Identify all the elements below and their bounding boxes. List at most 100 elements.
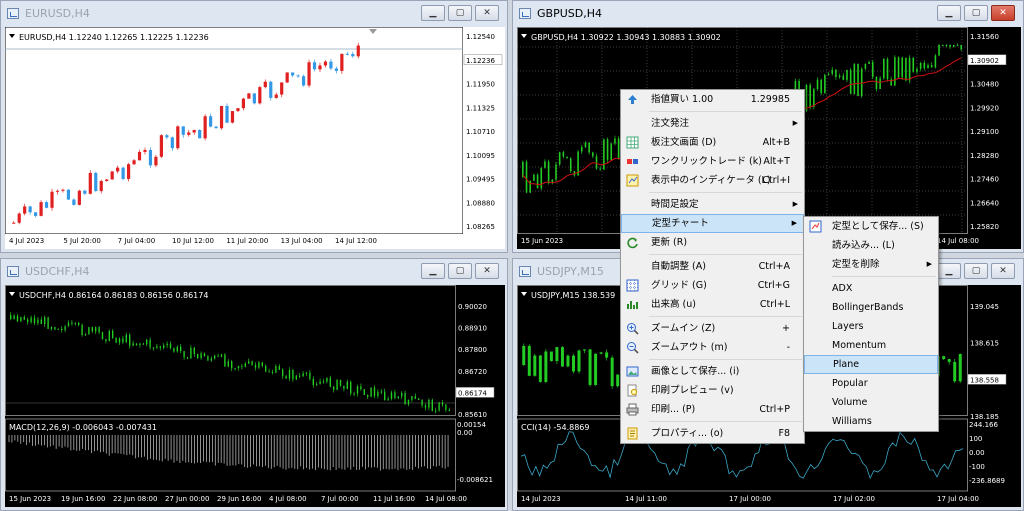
eurusd-chart[interactable]: EURUSD,H4 1.12240 1.12265 1.12225 1.1223… bbox=[5, 27, 505, 249]
maximize-icon: ▢ bbox=[971, 266, 981, 276]
menu-separator bbox=[649, 192, 802, 193]
menu-item-12[interactable]: 自動調整 (A) Ctrl+A bbox=[621, 257, 804, 276]
candle-body bbox=[610, 357, 614, 387]
price-tick-label: 1.12540 bbox=[466, 33, 495, 41]
maximize-button[interactable]: ▢ bbox=[964, 263, 988, 279]
menu-item-4[interactable]: 板注文画面 (D) Alt+B bbox=[621, 133, 804, 152]
menu-item-6[interactable]: BollingerBands bbox=[804, 298, 938, 317]
eurusd-chart-svg[interactable]: EURUSD,H4 1.12240 1.12265 1.12225 1.1223… bbox=[5, 27, 505, 249]
usdchf-title-bar[interactable]: USDCHF,H4 ▁ ▢ ✕ bbox=[1, 259, 507, 285]
candle-body bbox=[34, 212, 38, 216]
menu-item-label: 画像として保存... (i) bbox=[651, 366, 740, 377]
candle-body bbox=[88, 327, 90, 335]
gbpusd-title-bar[interactable]: GBPUSD,H4 ▁ ▢ ✕ bbox=[513, 1, 1023, 27]
minimize-button[interactable]: ▁ bbox=[937, 5, 961, 21]
menu-item-3[interactable]: 注文発注 ▶ bbox=[621, 114, 804, 133]
close-icon: ✕ bbox=[483, 8, 491, 18]
menu-item-2[interactable]: 読み込み... (L) bbox=[804, 236, 938, 255]
candle-body bbox=[214, 126, 218, 129]
candle-body bbox=[905, 57, 907, 81]
candle-body bbox=[614, 138, 616, 144]
menu-item-1[interactable]: 指値買い 1.00 1.29985 bbox=[621, 90, 804, 109]
candle-body bbox=[20, 316, 22, 322]
menu-item-8[interactable]: 時間足設定 ▶ bbox=[621, 195, 804, 214]
template-submenu[interactable]: 定型として保存... (S) 読み込み... (L) 定型を削除 ▶ ADX Bollin… bbox=[803, 216, 939, 432]
candle-body bbox=[846, 69, 848, 80]
candle-body bbox=[411, 396, 413, 400]
current-price-label: 0.86174 bbox=[458, 389, 487, 397]
candle-body bbox=[533, 174, 535, 181]
menu-item-3[interactable]: 定型を削除 ▶ bbox=[804, 255, 938, 274]
candle-body bbox=[170, 137, 174, 149]
menu-item-1[interactable]: 定型として保存... (S) bbox=[804, 217, 938, 236]
candle-body bbox=[173, 348, 175, 352]
candle-body bbox=[295, 375, 297, 380]
candle-body bbox=[805, 84, 808, 112]
close-button[interactable]: ✕ bbox=[991, 263, 1015, 279]
candle-body bbox=[190, 347, 192, 359]
time-tick-label: 17 Jul 00:00 bbox=[729, 495, 771, 503]
close-button[interactable]: ✕ bbox=[991, 5, 1015, 21]
candle-body bbox=[533, 355, 537, 376]
menu-item-19[interactable]: 画像として保存... (i) bbox=[621, 362, 804, 381]
minimize-button[interactable]: ▁ bbox=[937, 263, 961, 279]
candle-body bbox=[74, 322, 76, 324]
maximize-button[interactable]: ▢ bbox=[448, 263, 472, 279]
candle-body bbox=[571, 355, 575, 372]
menu-item-label: ワンクリックトレード (k) bbox=[651, 156, 762, 167]
menu-item-10[interactable]: 更新 (R) bbox=[621, 233, 804, 252]
chart-window-icon bbox=[7, 266, 19, 277]
chart-header: GBPUSD,H4 1.30922 1.30943 1.30883 1.3090… bbox=[531, 33, 721, 42]
close-icon: ✕ bbox=[483, 266, 491, 276]
menu-item-14[interactable]: 出来高 (u) Ctrl+L bbox=[621, 295, 804, 314]
menu-item-21[interactable]: 印刷... (P) Ctrl+P bbox=[621, 400, 804, 419]
menu-item-17[interactable]: ズームアウト (m) - bbox=[621, 338, 804, 357]
candle-body bbox=[143, 149, 147, 152]
candle-body bbox=[367, 394, 369, 397]
eurusd-chart-window[interactable]: EURUSD,H4 ▁ ▢ ✕ EURUSD,H4 1.12240 1.1226… bbox=[0, 0, 508, 253]
usdchf-chart-svg[interactable]: USDCHF,H4 0.86164 0.86183 0.86156 0.8617… bbox=[5, 285, 505, 507]
menu-item-5[interactable]: ADX bbox=[804, 279, 938, 298]
menu-item-12[interactable]: Williams bbox=[804, 412, 938, 431]
candle-body bbox=[339, 379, 342, 386]
eurusd-title-bar[interactable]: EURUSD,H4 ▁ ▢ ✕ bbox=[1, 1, 507, 27]
menu-item-13[interactable]: グリッド (G) Ctrl+G bbox=[621, 276, 804, 295]
menu-item-9[interactable]: 定型チャート ▶ bbox=[621, 214, 804, 233]
menu-item-label: Popular bbox=[832, 378, 868, 389]
menu-item-11[interactable]: Volume bbox=[804, 393, 938, 412]
menu-item-23[interactable]: プロパティ... (o) F8 bbox=[621, 424, 804, 443]
menu-item-10[interactable]: Popular bbox=[804, 374, 938, 393]
candle-body bbox=[275, 366, 277, 373]
candle-body bbox=[605, 352, 609, 358]
menu-item-label: 指値買い 1.00 bbox=[651, 94, 714, 105]
close-button[interactable]: ✕ bbox=[475, 263, 499, 279]
menu-separator bbox=[832, 276, 936, 277]
candle-body bbox=[384, 391, 386, 401]
candle-body bbox=[945, 45, 948, 46]
menu-item-6[interactable]: 表示中のインディケータ (L) Ctrl+I bbox=[621, 171, 804, 190]
minimize-button[interactable]: ▁ bbox=[421, 5, 445, 21]
candle-body bbox=[254, 364, 257, 368]
menu-item-8[interactable]: Momentum bbox=[804, 336, 938, 355]
candle-body bbox=[61, 328, 63, 331]
usdchf-chart-window[interactable]: USDCHF,H4 ▁ ▢ ✕ USDCHF,H4 0.86164 0.8618… bbox=[0, 258, 508, 511]
chart-context-menu[interactable]: 指値買い 1.00 1.29985 注文発注 ▶ 板注文画面 (D) Alt+B ワンクリッ… bbox=[620, 89, 805, 444]
menu-item-9[interactable]: Plane bbox=[804, 355, 938, 374]
usdchf-chart[interactable]: USDCHF,H4 0.86164 0.86183 0.86156 0.8617… bbox=[5, 285, 505, 507]
menu-item-shortcut: + bbox=[782, 323, 790, 334]
minimize-button[interactable]: ▁ bbox=[421, 263, 445, 279]
candle-body bbox=[441, 402, 444, 405]
menu-item-16[interactable]: ズームイン (Z) + bbox=[621, 319, 804, 338]
candle-body bbox=[958, 353, 962, 382]
menu-item-7[interactable]: Layers bbox=[804, 317, 938, 336]
candle-body bbox=[227, 361, 229, 367]
maximize-button[interactable]: ▢ bbox=[448, 5, 472, 21]
candle-body bbox=[237, 365, 240, 369]
menu-item-5[interactable]: ワンクリックトレード (k) Alt+T bbox=[621, 152, 804, 171]
close-button[interactable]: ✕ bbox=[475, 5, 499, 21]
maximize-button[interactable]: ▢ bbox=[964, 5, 988, 21]
menu-item-20[interactable]: 印刷プレビュー (v) bbox=[621, 381, 804, 400]
price-tick-label: 0.90020 bbox=[458, 303, 487, 311]
candle-body bbox=[28, 206, 32, 213]
candle-body bbox=[857, 63, 859, 97]
